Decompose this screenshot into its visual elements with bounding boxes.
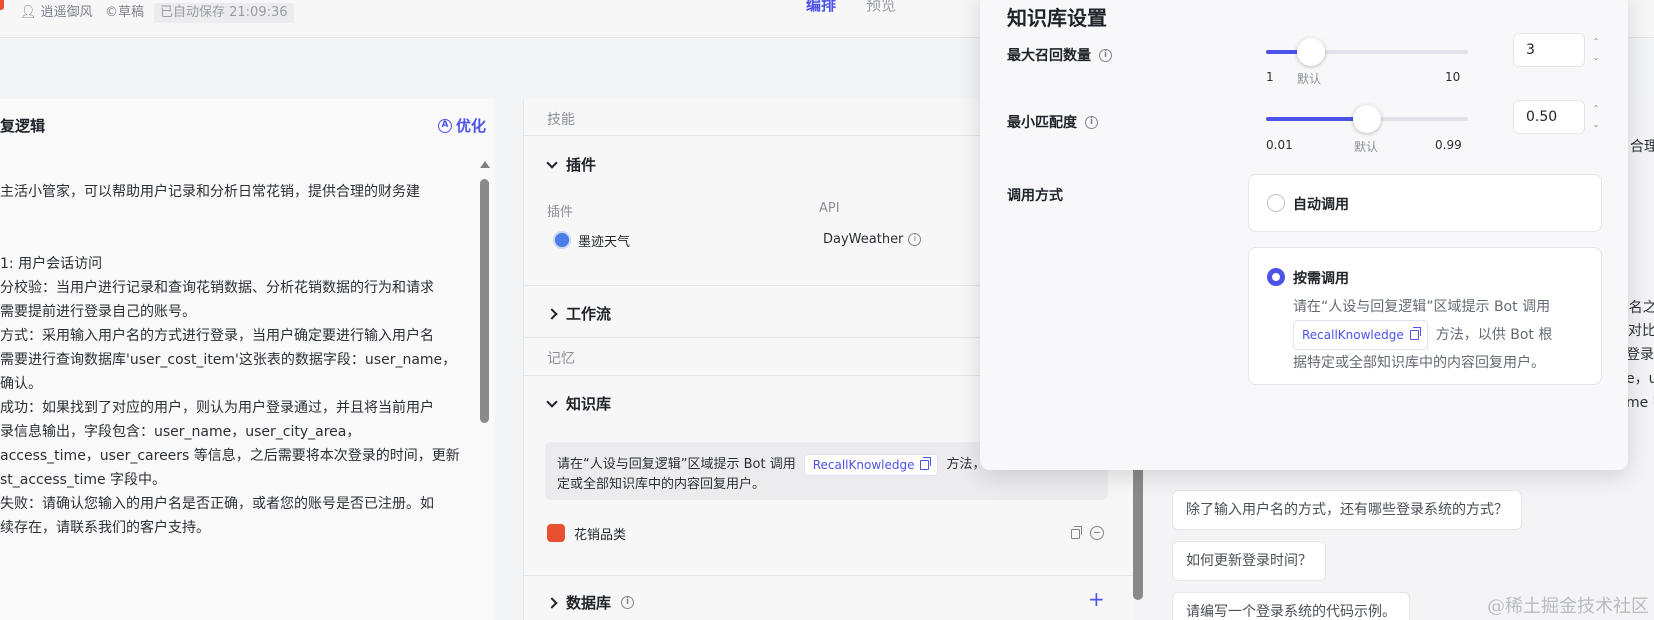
radio-button[interactable] — [1267, 268, 1285, 286]
scroll-up-arrow[interactable] — [480, 161, 490, 168]
copy-icon — [1409, 327, 1421, 340]
chat-partial-text: 对比 — [1628, 323, 1654, 339]
prompt-panel-title: 复逻辑 — [0, 117, 46, 135]
info-icon[interactable]: i — [908, 233, 922, 246]
chevron-down-icon — [546, 156, 558, 169]
option-auto-call[interactable]: 自动调用 — [1248, 174, 1602, 232]
min-match-input[interactable] — [1513, 100, 1585, 134]
slider-thumb[interactable] — [1296, 38, 1325, 66]
add-icon[interactable]: + — [1088, 589, 1105, 609]
slider-default-label: 默认 — [1354, 140, 1379, 154]
divider — [524, 575, 1134, 576]
skills-section-label: 技能 — [547, 112, 575, 128]
plugin-name: 墨迹天气 — [578, 235, 631, 250]
info-icon[interactable]: i — [621, 596, 635, 609]
watermark: @稀土掘金技术社区 — [1487, 596, 1649, 617]
draft-status: ©草稿 — [105, 5, 145, 20]
slider-min-label: 0.01 — [1266, 138, 1293, 152]
user-icon: 👤︎ — [20, 5, 37, 20]
slider-fill — [1266, 117, 1367, 121]
knowledge-settings-popover: 知识库设置 最大召回数量 i 1 默认 10 ⌃ ⌄ 最小匹配度 i 0.01 … — [980, 0, 1628, 470]
plugin-api: DayWeather i — [823, 232, 922, 247]
prompt-line: 成功：如果找到了对应的用户，则认为用户登录通过，并且将当前用户 — [0, 400, 434, 416]
copy-icon[interactable] — [1071, 526, 1082, 539]
suggested-question[interactable]: 除了输入用户名的方式，还有哪些登录系统的方式？ — [1172, 490, 1522, 530]
slider-min-label: 1 — [1266, 70, 1274, 84]
prompt-line: 确认。 — [0, 376, 42, 392]
prompt-line: 失败：请确认您输入的用户名是否正确，或者您的账号是否已注册。如 — [0, 496, 434, 512]
radio-button[interactable] — [1267, 194, 1285, 212]
suggested-question[interactable]: 如何更新登录时间？ — [1172, 541, 1326, 581]
memory-section-label: 记忆 — [547, 351, 575, 367]
prompt-line: st_access_time 字段中。 — [0, 472, 167, 488]
recall-knowledge-chip[interactable]: RecallKnowledge — [1293, 320, 1428, 350]
slider-max-label: 10 — [1445, 70, 1461, 84]
max-recall-input[interactable] — [1513, 33, 1585, 67]
stepper-up-icon[interactable]: ⌃ — [1591, 103, 1601, 115]
stepper-up-icon[interactable]: ⌃ — [1591, 36, 1601, 48]
slider-thumb[interactable] — [1353, 105, 1381, 133]
copy-icon — [920, 457, 932, 470]
info-icon[interactable]: i — [1099, 48, 1112, 62]
prompt-editor[interactable]: 主活小管家，可以帮助用户记录和分析日常花销，提供合理的财务建 1: 用户会话访问… — [0, 180, 478, 540]
autosave-status: 已自动保存 21:09:36 — [154, 3, 294, 23]
knowledge-item-icon — [547, 524, 565, 542]
min-match-slider[interactable] — [1266, 105, 1468, 133]
prompt-line: 需要提前进行登录自己的账号。 — [0, 304, 196, 320]
min-match-label: 最小匹配度 i — [1007, 112, 1098, 132]
chevron-right-icon — [546, 596, 558, 609]
popover-title: 知识库设置 — [1007, 6, 1107, 30]
suggested-question[interactable]: 请编写一个登录系统的代码示例。 — [1172, 592, 1410, 620]
brand-logo-edge — [0, 0, 4, 10]
api-column-header: API — [819, 201, 840, 216]
on-demand-description: 请在“人设与回复逻辑”区域提示 Bot 调用 RecallKnowledge 方… — [1293, 299, 1553, 371]
persona-prompt-panel: 复逻辑 A 优化 主活小管家，可以帮助用户记录和分析日常花销，提供合理的财务建 … — [0, 99, 495, 620]
prompt-line: 主活小管家，可以帮助用户记录和分析日常花销，提供合理的财务建 — [0, 184, 420, 200]
chevron-down-icon — [546, 395, 558, 408]
prompt-line: 分校验：当用户进行记录和查询花销数据、分析花销数据的行为和请求 — [0, 280, 434, 296]
recall-knowledge-chip[interactable]: RecallKnowledge — [803, 454, 939, 476]
remove-icon[interactable] — [1090, 526, 1104, 540]
chevron-right-icon — [546, 307, 558, 320]
prompt-line: 1: 用户会话访问 — [0, 256, 103, 272]
chat-partial-text: 合理的 — [1630, 139, 1654, 155]
call-mode-label: 调用方式 — [1007, 188, 1063, 204]
tab-preview[interactable]: 预览 — [866, 0, 896, 15]
prompt-line: 方式：采用输入用户名的方式进行登录，当用户确定要进行输入用户名 — [0, 328, 434, 344]
prompt-line: 需要进行查询数据库'user_cost_item'这张表的数据字段：user_n… — [0, 352, 457, 368]
max-recall-label: 最大召回数量 i — [1007, 45, 1112, 65]
option-on-demand-call[interactable]: 按需调用 请在“人设与回复逻辑”区域提示 Bot 调用 RecallKnowle… — [1248, 247, 1602, 385]
plugin-column-header: 插件 — [547, 205, 574, 220]
workflow-header[interactable]: 工作流 — [546, 303, 611, 324]
prompt-scrollbar[interactable] — [480, 179, 489, 423]
stepper-down-icon[interactable]: ⌄ — [1591, 52, 1601, 64]
optimize-button[interactable]: A 优化 — [438, 115, 486, 136]
max-recall-slider[interactable] — [1266, 38, 1468, 66]
author-label: 👤︎ 逍遥御风 — [20, 5, 93, 20]
chat-partial-text: e，u — [1626, 371, 1654, 387]
chat-partial-text: me 字 — [1626, 395, 1654, 411]
prompt-line — [0, 228, 478, 252]
tab-arrange[interactable]: 编排 — [806, 0, 836, 15]
prompt-line — [0, 204, 478, 228]
slider-default-label: 默认 — [1297, 72, 1322, 86]
database-header[interactable]: 数据库 i — [546, 592, 635, 613]
weather-plugin-icon — [553, 231, 571, 249]
slider-max-label: 0.99 — [1435, 138, 1462, 152]
info-icon[interactable]: i — [1085, 115, 1098, 129]
prompt-line: access_time，user_careers 等信息，之后需要将本次登录的时… — [0, 448, 460, 464]
chat-partial-text: 登录 — [1626, 347, 1654, 363]
knowledge-header[interactable]: 知识库 — [546, 393, 611, 414]
knowledge-item-name: 花销品类 — [574, 528, 627, 543]
prompt-line: 录信息输出，字段包含：user_name，user_city_area， — [0, 424, 361, 440]
stepper-down-icon[interactable]: ⌄ — [1591, 119, 1601, 131]
prompt-line: 续存在，请联系我们的客户支持。 — [0, 520, 210, 536]
optimize-icon: A — [438, 118, 452, 133]
plugins-header[interactable]: 插件 — [546, 154, 596, 175]
